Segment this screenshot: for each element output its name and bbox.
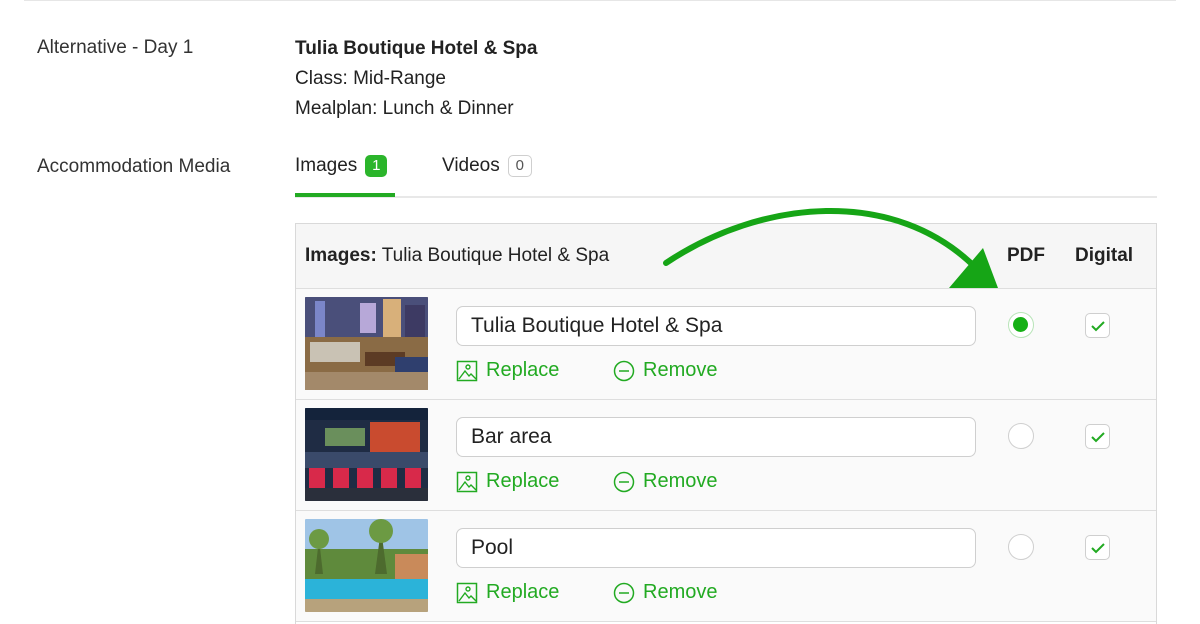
images-table-title-name: Tulia Boutique Hotel & Spa <box>376 245 610 266</box>
accommodation-media-label: Accommodation Media <box>37 156 231 177</box>
digital-checkbox[interactable] <box>1085 313 1110 338</box>
pdf-column-header: PDF <box>1007 245 1045 266</box>
image-thumbnail-bar <box>305 408 428 501</box>
tab-videos[interactable]: Videos 0 <box>442 155 532 193</box>
media-tabs: Images 1 Videos 0 <box>295 150 1157 198</box>
pdf-radio-selected[interactable] <box>1008 312 1034 338</box>
minus-circle-icon <box>613 360 635 381</box>
replace-label: Replace <box>486 470 560 492</box>
remove-image-button[interactable]: Remove <box>613 581 717 604</box>
image-icon <box>456 582 478 603</box>
alternative-label: Alternative - Day 1 <box>37 37 194 58</box>
replace-image-button[interactable]: Replace <box>456 359 559 382</box>
hotel-mealplan: Mealplan: Lunch & Dinner <box>295 98 514 119</box>
images-count-badge: 1 <box>365 155 388 177</box>
tab-videos-label: Videos <box>442 155 500 176</box>
images-table-header: Images: Tulia Boutique Hotel & Spa PDF D… <box>296 224 1156 289</box>
top-divider <box>24 0 1176 1</box>
pdf-radio[interactable] <box>1008 534 1034 560</box>
remove-image-button[interactable]: Remove <box>613 359 717 382</box>
digital-checkbox[interactable] <box>1085 424 1110 449</box>
check-icon <box>1090 320 1105 331</box>
images-table: Images: Tulia Boutique Hotel & Spa PDF D… <box>295 223 1157 624</box>
image-thumbnail-lounge <box>305 297 428 390</box>
remove-label: Remove <box>643 581 718 603</box>
tab-images[interactable]: Images 1 <box>295 155 395 197</box>
image-icon <box>456 360 478 381</box>
tab-images-label: Images <box>295 155 358 176</box>
remove-label: Remove <box>643 470 718 492</box>
remove-image-button[interactable]: Remove <box>613 470 717 493</box>
digital-checkbox[interactable] <box>1085 535 1110 560</box>
hotel-info: Tulia Boutique Hotel & Spa Class: Mid-Ra… <box>295 34 537 124</box>
images-table-title: Images: Tulia Boutique Hotel & Spa <box>305 245 609 267</box>
minus-circle-icon <box>613 582 635 603</box>
digital-column-header: Digital <box>1075 245 1134 266</box>
image-caption-input[interactable] <box>456 306 976 346</box>
check-icon <box>1090 542 1105 553</box>
hotel-name: Tulia Boutique Hotel & Spa <box>295 38 538 59</box>
videos-count-badge: 0 <box>507 155 532 177</box>
image-row: Replace Remove <box>296 511 1156 622</box>
replace-image-button[interactable]: Replace <box>456 470 559 493</box>
replace-label: Replace <box>486 581 560 603</box>
hotel-class: Class: Mid-Range <box>295 68 446 89</box>
image-caption-input[interactable] <box>456 417 976 457</box>
check-icon <box>1090 431 1105 442</box>
remove-label: Remove <box>643 359 718 381</box>
image-row: Replace Remove <box>296 400 1156 511</box>
image-row: Replace Remove <box>296 289 1156 400</box>
replace-image-button[interactable]: Replace <box>456 581 559 604</box>
images-table-title-bold: Images: <box>305 245 377 266</box>
minus-circle-icon <box>613 471 635 492</box>
image-caption-input[interactable] <box>456 528 976 568</box>
pdf-radio[interactable] <box>1008 423 1034 449</box>
image-thumbnail-pool <box>305 519 428 612</box>
image-icon <box>456 471 478 492</box>
replace-label: Replace <box>486 359 560 381</box>
